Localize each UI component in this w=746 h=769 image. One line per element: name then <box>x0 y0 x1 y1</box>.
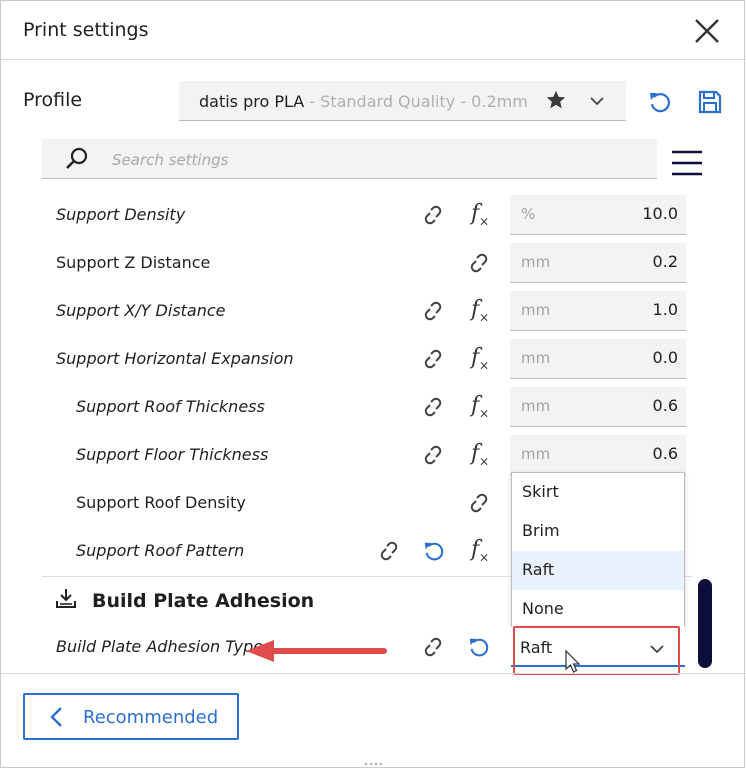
link-icon[interactable] <box>420 395 446 419</box>
link-icon[interactable] <box>420 443 446 467</box>
option-label: None <box>522 599 564 618</box>
window-title: Print settings <box>23 19 149 41</box>
setting-label: Support Roof Pattern <box>76 541 245 560</box>
search-box <box>42 139 657 179</box>
setting-value: 10.0 <box>642 204 678 223</box>
fx-icon[interactable]: f× <box>471 297 489 324</box>
annotation-highlight-box <box>513 626 680 675</box>
link-icon[interactable] <box>420 347 446 371</box>
setting-label: Support Z Distance <box>56 253 211 272</box>
search-icon <box>66 147 88 169</box>
reset-icon[interactable] <box>647 89 673 115</box>
category-label: Build Plate Adhesion <box>92 590 315 612</box>
option-label: Skirt <box>522 482 559 501</box>
profile-name: datis pro PLA <box>199 92 305 111</box>
fx-icon[interactable]: f× <box>471 345 489 372</box>
fx-icon[interactable]: f× <box>471 201 489 228</box>
setting-value-field[interactable]: mm 1.0 <box>510 291 686 331</box>
unit-label: mm <box>521 397 551 415</box>
unit-label: mm <box>521 445 551 463</box>
reset-icon[interactable] <box>422 539 446 563</box>
adhesion-type-options: Skirt Brim Raft None <box>511 472 685 629</box>
unit-label: mm <box>521 253 551 271</box>
reset-icon[interactable] <box>467 635 491 659</box>
setting-value-field[interactable]: mm 0.2 <box>510 243 686 283</box>
hamburger-menu-icon[interactable] <box>671 147 703 179</box>
setting-label: Support Horizontal Expansion <box>56 349 294 368</box>
link-icon[interactable] <box>420 635 446 659</box>
setting-value: 0.6 <box>652 444 678 463</box>
close-button[interactable] <box>689 13 725 49</box>
print-settings-panel: Print settings Profile datis pro PLA - S… <box>0 0 746 768</box>
resize-grip-icon[interactable] <box>363 761 385 767</box>
profile-name-text: datis pro PLA - Standard Quality - 0.2mm <box>199 92 528 111</box>
setting-label: Build Plate Adhesion Type <box>56 637 264 656</box>
profile-quality: - Standard Quality - 0.2mm <box>304 92 528 111</box>
setting-value: 0.2 <box>652 252 678 271</box>
option-label: Raft <box>522 560 555 579</box>
setting-value-field[interactable]: mm 0.6 <box>510 435 686 475</box>
setting-row-support-roof-thickness: Support Roof Thickness f× mm 0.6 <box>42 383 692 431</box>
save-icon[interactable] <box>697 89 723 115</box>
title-bar: Print settings <box>1 1 746 60</box>
option-raft[interactable]: Raft <box>512 551 684 590</box>
link-icon[interactable] <box>376 539 402 563</box>
unit-label: mm <box>521 301 551 319</box>
fx-icon[interactable]: f× <box>471 537 489 564</box>
link-icon[interactable] <box>420 203 446 227</box>
profile-label: Profile <box>23 89 83 111</box>
link-icon[interactable] <box>466 251 492 275</box>
fx-icon[interactable]: f× <box>471 393 489 420</box>
search-input[interactable] <box>110 147 634 173</box>
setting-row-support-z-distance: Support Z Distance mm 0.2 <box>42 239 692 287</box>
setting-value-field[interactable]: mm 0.6 <box>510 387 686 427</box>
setting-value-field[interactable]: mm 0.0 <box>510 339 686 379</box>
setting-label: Support Density <box>56 205 186 224</box>
unit-label: % <box>521 205 536 223</box>
setting-value: 1.0 <box>652 300 678 319</box>
footer-divider <box>1 673 746 674</box>
build-plate-adhesion-icon <box>56 589 76 608</box>
option-none[interactable]: None <box>512 590 684 629</box>
recommended-label: Recommended <box>83 707 219 728</box>
option-brim[interactable]: Brim <box>512 512 684 551</box>
chevron-down-icon[interactable] <box>587 91 607 111</box>
setting-label: Support Floor Thickness <box>76 445 269 464</box>
profile-dropdown[interactable]: datis pro PLA - Standard Quality - 0.2mm <box>179 81 626 121</box>
option-skirt[interactable]: Skirt <box>512 473 684 512</box>
close-icon <box>695 19 719 43</box>
setting-label: Support X/Y Distance <box>56 301 226 320</box>
link-icon[interactable] <box>466 491 492 515</box>
scrollbar-thumb[interactable] <box>698 579 712 668</box>
option-label: Brim <box>522 521 560 540</box>
star-icon[interactable] <box>545 89 567 111</box>
setting-row-support-horizontal-expansion: Support Horizontal Expansion f× mm 0.0 <box>42 335 692 383</box>
fx-icon[interactable]: f× <box>471 441 489 468</box>
unit-label: mm <box>521 349 551 367</box>
link-icon[interactable] <box>420 299 446 323</box>
setting-label: Support Roof Thickness <box>76 397 265 416</box>
setting-row-support-xy-distance: Support X/Y Distance f× mm 1.0 <box>42 287 692 335</box>
setting-value: 0.0 <box>652 348 678 367</box>
chevron-left-icon <box>50 707 62 727</box>
setting-value-field[interactable]: % 10.0 <box>510 195 686 235</box>
annotation-arrow-icon <box>246 640 387 662</box>
setting-row-support-density: Support Density f× % 10.0 <box>42 191 692 239</box>
setting-value: 0.6 <box>652 396 678 415</box>
setting-label: Support Roof Density <box>76 493 246 512</box>
recommended-button[interactable]: Recommended <box>23 693 239 740</box>
